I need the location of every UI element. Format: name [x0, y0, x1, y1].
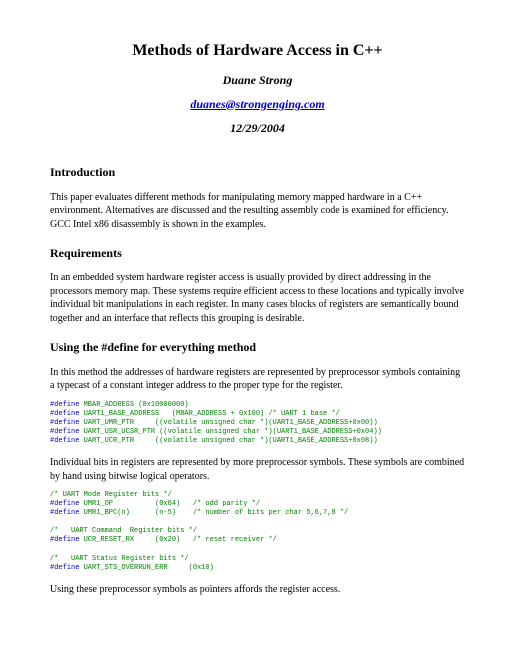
define-method-paragraph-1: In this method the addresses of hardware…	[50, 366, 465, 393]
paper-author: Duane Strong	[50, 72, 465, 88]
code-block-2: /* UART Mode Register bits */ #define UM…	[50, 491, 465, 573]
define-method-paragraph-3: Using these preprocessor symbols as poin…	[50, 583, 465, 597]
intro-paragraph: This paper evaluates different methods f…	[50, 191, 465, 232]
define-method-paragraph-2: Individual bits in registers are represe…	[50, 456, 465, 483]
author-email-link[interactable]: duanes@strongenging.com	[190, 97, 324, 111]
section-heading-define-method: Using the #define for everything method	[50, 339, 465, 355]
email-line: duanes@strongenging.com	[50, 96, 465, 113]
section-heading-requirements: Requirements	[50, 245, 465, 261]
section-heading-introduction: Introduction	[50, 164, 465, 180]
code-block-1: #define MBAR_ADDRESS (0x10000000) #defin…	[50, 401, 465, 446]
paper-title: Methods of Hardware Access in C++	[50, 40, 465, 62]
requirements-paragraph: In an embedded system hardware register …	[50, 271, 465, 325]
paper-date: 12/29/2004	[50, 120, 465, 136]
